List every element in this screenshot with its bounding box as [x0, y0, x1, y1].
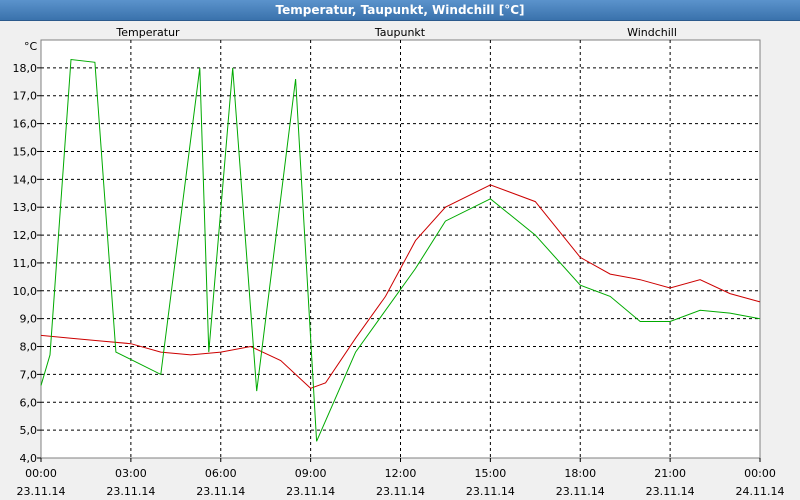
legend-entry: Temperatur: [115, 26, 180, 39]
x-tick-label-date: 23.11.14: [286, 485, 335, 498]
y-tick-labels: 4,0 5,0 6,0 7,0 8,0 9,0 10,0 11,0 12,0 13,0 14,0 15…: [13, 62, 38, 465]
y-tick-label: 15,0: [13, 145, 38, 158]
x-tick-label-date: 23.11.14: [376, 485, 425, 498]
x-tick-label-date: 24.11.14: [736, 485, 785, 498]
y-axis-label: °C: [24, 40, 38, 53]
x-tick-label-time: 09:00: [295, 467, 327, 480]
x-tick-label-time: 00:00: [25, 467, 57, 480]
y-tick-label: 16,0: [13, 118, 38, 131]
x-tick-label-date: 23.11.14: [646, 485, 695, 498]
x-tick-labels: 00:00 23.11.14 03:00 23.11.14 06:00 23.11.14 0…: [17, 467, 785, 498]
x-tick-label-time: 15:00: [475, 467, 507, 480]
x-tick-label-time: 12:00: [385, 467, 417, 480]
x-tick-label-time: 18:00: [564, 467, 596, 480]
y-tick-label: 12,0: [13, 229, 38, 242]
y-tick-label: 6,0: [20, 396, 38, 409]
chart-title: Temperatur, Taupunkt, Windchill [°C]: [0, 0, 800, 21]
y-tick-label: 8,0: [20, 341, 38, 354]
x-tick-label-date: 23.11.14: [196, 485, 245, 498]
x-tick-label-date: 23.11.14: [17, 485, 66, 498]
legend-entry: Windchill: [627, 26, 677, 39]
x-tick-label-time: 00:00: [744, 467, 776, 480]
legend-entry: Taupunkt: [374, 26, 426, 39]
y-tick-label: 9,0: [20, 313, 38, 326]
x-tick-label-time: 06:00: [205, 467, 237, 480]
y-tick-label: 5,0: [20, 424, 38, 437]
x-tick-label-date: 23.11.14: [466, 485, 515, 498]
y-tick-label: 11,0: [13, 257, 38, 270]
legend: Temperatur Taupunkt Windchill: [115, 26, 677, 39]
x-tick-label-date: 23.11.14: [106, 485, 155, 498]
y-tick-label: 18,0: [13, 62, 38, 75]
y-tick-label: 14,0: [13, 173, 38, 186]
y-tick-label: 13,0: [13, 201, 38, 214]
y-tick-label: 17,0: [13, 90, 38, 103]
y-tick-label: 7,0: [20, 368, 38, 381]
x-tick-label-time: 21:00: [654, 467, 686, 480]
x-tick-label-date: 23.11.14: [556, 485, 605, 498]
y-tick-label: 10,0: [13, 285, 38, 298]
y-tick-label: 4,0: [20, 452, 38, 465]
chart-canvas: 4,0 5,0 6,0 7,0 8,0 9,0 10,0 11,0 12,0 13,0 14,0 15…: [13, 26, 785, 498]
x-tick-label-time: 03:00: [115, 467, 147, 480]
